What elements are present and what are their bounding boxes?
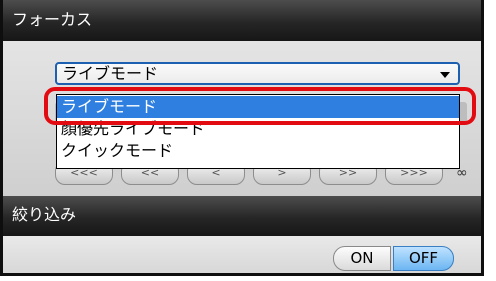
focus-section-header: フォーカス xyxy=(3,0,481,41)
refine-section-body: ON OFF xyxy=(3,236,481,273)
focus-panel-window: フォーカス ライブモード <<< << < > >> >>> ∞ ライブモード … xyxy=(0,0,484,276)
dropdown-option-quick-mode[interactable]: クイックモード xyxy=(57,140,459,162)
page-margin xyxy=(484,0,496,281)
refine-off-button[interactable]: OFF xyxy=(393,246,454,271)
refine-section-title: 絞り込み xyxy=(12,205,77,224)
chevron-down-icon[interactable] xyxy=(440,72,450,78)
focus-mode-dropdown-list: ライブモード 顔優先ライブモード クイックモード xyxy=(56,94,460,169)
dropdown-option-live-mode[interactable]: ライブモード xyxy=(57,96,459,118)
refine-section-header: 絞り込み xyxy=(3,196,481,236)
dropdown-option-face-priority-live-mode[interactable]: 顔優先ライブモード xyxy=(57,118,459,140)
focus-mode-select-value: ライブモード xyxy=(62,64,159,83)
focus-mode-select[interactable]: ライブモード xyxy=(55,62,460,85)
focus-section-title: フォーカス xyxy=(12,10,93,29)
refine-on-button[interactable]: ON xyxy=(333,246,391,271)
